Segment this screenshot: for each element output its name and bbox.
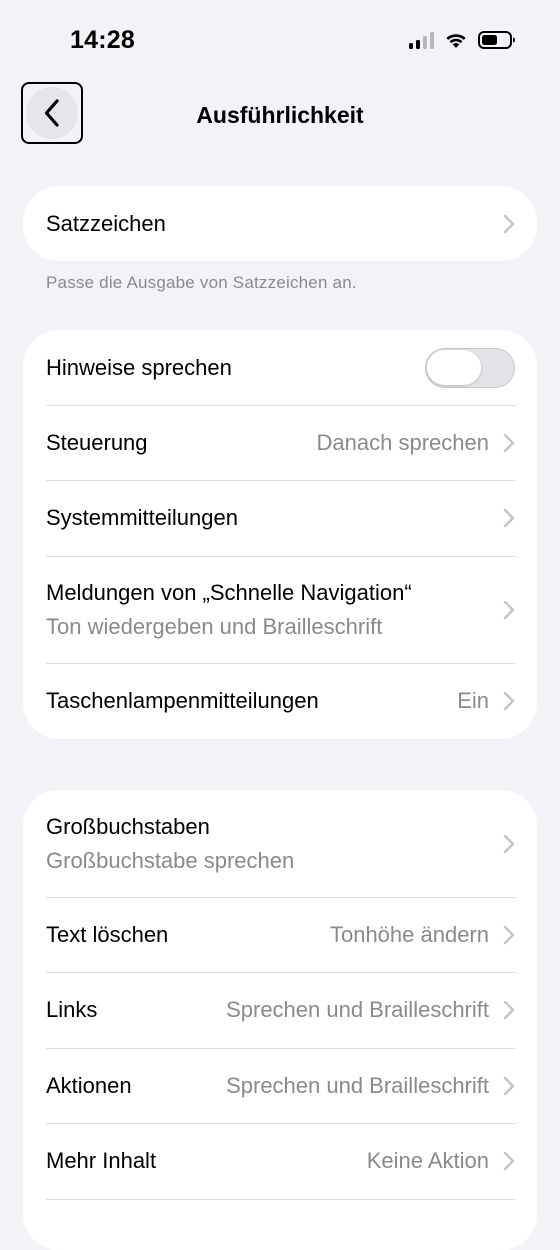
row-label: Text löschen [46, 921, 169, 947]
row-next-partial[interactable] [23, 1199, 537, 1250]
battery-icon [478, 31, 515, 49]
page-title: Ausführlichkeit [196, 102, 364, 128]
row-value: Sprechen und Brailleschrift [226, 997, 489, 1022]
row-mehr-inhalt[interactable]: Mehr Inhalt Keine Aktion [23, 1123, 537, 1199]
row-value: Danach sprechen [316, 429, 489, 455]
chevron-right-icon [503, 600, 515, 620]
row-label: Mehr Inhalt [46, 1148, 157, 1173]
row-label: Großbuchstaben [46, 813, 210, 839]
group-footnote: Passe die Ausgabe von Satzzeichen an. [46, 273, 357, 292]
settings-group-output: Großbuchstaben Großbuchstabe sprechen Te… [23, 790, 537, 1250]
row-subtitle: Großbuchstabe sprechen [46, 847, 295, 873]
row-satzzeichen[interactable]: Satzzeichen [23, 186, 537, 261]
row-text-loeschen[interactable]: Text löschen Tonhöhe ändern [23, 897, 537, 972]
chevron-right-icon [503, 1151, 515, 1171]
row-label: Meldungen von „Schnelle Navigation“ [46, 579, 412, 605]
row-subtitle: Ton wiedergeben und Brailleschrift [46, 613, 383, 639]
settings-group-punctuation: Satzzeichen [23, 186, 537, 261]
row-text: Meldungen von „Schnelle Navigation“ Ton … [46, 580, 503, 640]
row-schnelle-navigation[interactable]: Meldungen von „Schnelle Navigation“ Ton … [23, 556, 537, 663]
row-label: Satzzeichen [46, 210, 166, 236]
row-label: Systemmitteilungen [46, 505, 238, 530]
cellular-signal-icon [409, 31, 434, 49]
row-value: Ein [457, 688, 489, 713]
row-label: Hinweise sprechen [46, 354, 232, 380]
chevron-right-icon [503, 214, 515, 234]
row-label: Steuerung [46, 429, 148, 455]
row-links[interactable]: Links Sprechen und Brailleschrift [23, 972, 537, 1048]
row-taschenlampenmitteilungen[interactable]: Taschenlampenmitteilungen Ein [23, 663, 537, 739]
row-label: Aktionen [46, 1072, 132, 1098]
row-aktionen[interactable]: Aktionen Sprechen und Brailleschrift [23, 1048, 537, 1123]
row-value: Tonhöhe ändern [329, 921, 489, 947]
row-grossbuchstaben[interactable]: Großbuchstaben Großbuchstabe sprechen [23, 790, 537, 897]
status-icons [409, 30, 516, 50]
wifi-icon [446, 34, 466, 48]
hinweise-toggle[interactable] [425, 347, 515, 388]
chevron-right-icon [503, 834, 515, 854]
chevron-right-icon [503, 1000, 515, 1020]
row-systemmitteilungen[interactable]: Systemmitteilungen [23, 480, 537, 556]
status-bar: 14:28 [0, 0, 560, 80]
navigation-bar: Ausführlichkeit [0, 80, 560, 150]
chevron-right-icon [503, 691, 515, 711]
row-value: Sprechen und Brailleschrift [226, 1072, 489, 1098]
chevron-right-icon [503, 925, 515, 945]
status-time: 14:28 [70, 26, 135, 54]
chevron-right-icon [503, 433, 515, 453]
row-value: Keine Aktion [366, 1148, 489, 1173]
row-steuerung[interactable]: Steuerung Danach sprechen [23, 405, 537, 480]
row-label: Links [46, 997, 98, 1022]
chevron-right-icon [503, 1076, 515, 1096]
row-label: Taschenlampenmitteilungen [46, 688, 319, 713]
settings-group-hints: Hinweise sprechen Steuerung Danach sprec… [23, 330, 537, 739]
row-hinweise-sprechen: Hinweise sprechen [23, 330, 537, 405]
chevron-right-icon [503, 508, 515, 528]
toggle-knob [427, 349, 481, 385]
row-text: Großbuchstaben Großbuchstabe sprechen [46, 814, 503, 874]
